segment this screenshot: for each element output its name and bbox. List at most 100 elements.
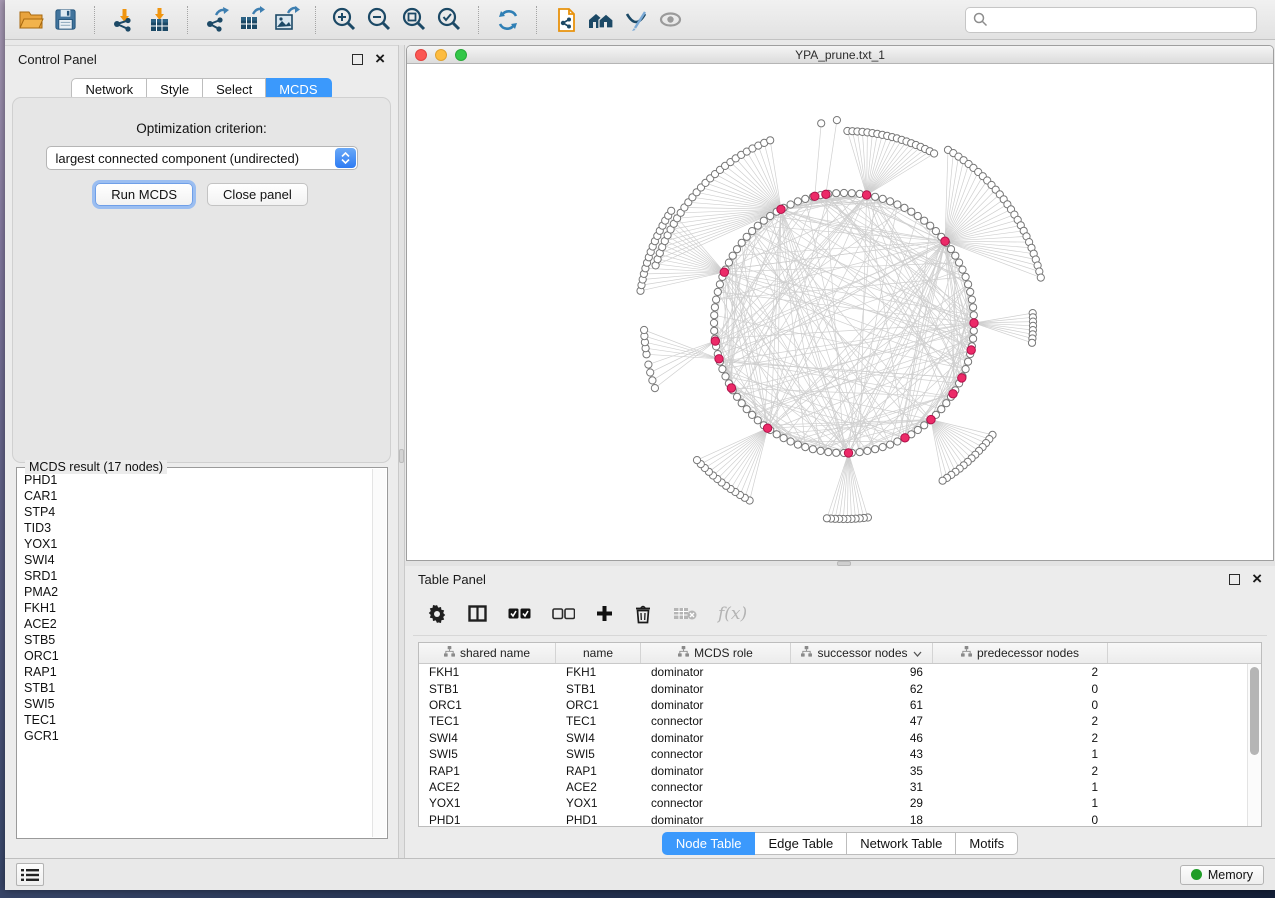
mcds-result-item[interactable]: PMA2 bbox=[18, 584, 372, 600]
network-graph[interactable] bbox=[407, 65, 1274, 561]
network-leaf-node[interactable] bbox=[641, 326, 648, 333]
task-history-button[interactable] bbox=[16, 863, 44, 886]
column-header-successor-nodes[interactable]: successor nodes bbox=[791, 643, 933, 663]
network-node[interactable] bbox=[743, 233, 750, 240]
cell-successor-nodes[interactable]: 18 bbox=[791, 813, 933, 827]
network-node[interactable] bbox=[802, 444, 809, 451]
cell-predecessor-nodes[interactable]: 1 bbox=[933, 747, 1108, 761]
export-table-icon[interactable] bbox=[236, 4, 267, 35]
cell-name[interactable]: FKH1 bbox=[556, 665, 641, 679]
mcds-result-item[interactable]: CAR1 bbox=[18, 488, 372, 504]
network-leaf-node[interactable] bbox=[818, 120, 825, 127]
cell-mcds-role[interactable]: dominator bbox=[641, 665, 791, 679]
cell-successor-nodes[interactable]: 96 bbox=[791, 665, 933, 679]
cell-shared-name[interactable]: PHD1 bbox=[419, 813, 556, 827]
network-node[interactable] bbox=[754, 417, 761, 424]
network-node[interactable] bbox=[711, 312, 718, 319]
mcds-hub-node[interactable] bbox=[811, 192, 819, 200]
network-leaf-node[interactable] bbox=[1028, 339, 1035, 346]
table-scrollbar[interactable] bbox=[1247, 664, 1261, 826]
network-leaf-node[interactable] bbox=[649, 377, 656, 384]
cell-name[interactable]: SWI4 bbox=[556, 731, 641, 745]
cell-predecessor-nodes[interactable]: 2 bbox=[933, 764, 1108, 778]
cell-name[interactable]: STB1 bbox=[556, 682, 641, 696]
network-leaf-node[interactable] bbox=[693, 457, 700, 464]
mcds-result-item[interactable]: TEC1 bbox=[18, 712, 372, 728]
network-node[interactable] bbox=[901, 204, 908, 211]
mcds-result-item[interactable]: SWI4 bbox=[18, 552, 372, 568]
cell-shared-name[interactable]: RAP1 bbox=[419, 764, 556, 778]
network-node[interactable] bbox=[817, 447, 824, 454]
network-window-titlebar[interactable]: YPA_prune.txt_1 bbox=[407, 46, 1273, 64]
network-node[interactable] bbox=[914, 426, 921, 433]
cell-predecessor-nodes[interactable]: 0 bbox=[933, 682, 1108, 696]
network-node[interactable] bbox=[767, 212, 774, 219]
network-node[interactable] bbox=[872, 446, 879, 453]
mcds-hub-node[interactable] bbox=[949, 390, 957, 398]
mcds-hub-node[interactable] bbox=[958, 374, 966, 382]
network-node[interactable] bbox=[749, 411, 756, 418]
cell-shared-name[interactable]: ACE2 bbox=[419, 780, 556, 794]
close-panel-button[interactable]: Close panel bbox=[207, 183, 308, 206]
mcds-result-item[interactable]: PHD1 bbox=[18, 472, 372, 488]
network-node[interactable] bbox=[809, 446, 816, 453]
network-leaf-node[interactable] bbox=[767, 137, 774, 144]
network-node[interactable] bbox=[938, 406, 945, 413]
network-node[interactable] bbox=[848, 190, 855, 197]
network-node[interactable] bbox=[713, 296, 720, 303]
network-node[interactable] bbox=[970, 335, 977, 342]
network-leaf-node[interactable] bbox=[651, 385, 658, 392]
close-panel-icon[interactable]: × bbox=[375, 53, 385, 65]
style-visibility-icon[interactable] bbox=[620, 4, 651, 35]
table-row[interactable]: SWI4SWI4dominator462 bbox=[419, 730, 1261, 746]
network-node[interactable] bbox=[840, 189, 847, 196]
cell-predecessor-nodes[interactable]: 1 bbox=[933, 780, 1108, 794]
network-node[interactable] bbox=[908, 208, 915, 215]
cell-name[interactable]: SWI5 bbox=[556, 747, 641, 761]
mcds-result-item[interactable]: ORC1 bbox=[18, 648, 372, 664]
function-builder-icon[interactable]: f(x) bbox=[718, 604, 747, 624]
run-mcds-button[interactable]: Run MCDS bbox=[95, 183, 193, 206]
network-node[interactable] bbox=[872, 193, 879, 200]
network-node[interactable] bbox=[887, 198, 894, 205]
network-node[interactable] bbox=[943, 400, 950, 407]
network-leaf-node[interactable] bbox=[931, 150, 938, 157]
network-node[interactable] bbox=[959, 266, 966, 273]
destroy-table-icon[interactable] bbox=[673, 606, 697, 621]
network-node[interactable] bbox=[710, 319, 717, 326]
network-node[interactable] bbox=[787, 201, 794, 208]
node-table[interactable]: shared namenameMCDS rolesuccessor nodesp… bbox=[418, 642, 1262, 827]
home-icon[interactable] bbox=[585, 4, 616, 35]
network-node[interactable] bbox=[894, 201, 901, 208]
network-node[interactable] bbox=[970, 327, 977, 334]
new-network-from-selection-icon[interactable] bbox=[550, 4, 581, 35]
cell-name[interactable]: ACE2 bbox=[556, 780, 641, 794]
network-leaf-node[interactable] bbox=[833, 117, 840, 124]
table-row[interactable]: ACE2ACE2connector311 bbox=[419, 779, 1261, 795]
cell-successor-nodes[interactable]: 43 bbox=[791, 747, 933, 761]
cell-mcds-role[interactable]: connector bbox=[641, 780, 791, 794]
cell-mcds-role[interactable]: connector bbox=[641, 747, 791, 761]
network-leaf-node[interactable] bbox=[1037, 274, 1044, 281]
network-node[interactable] bbox=[794, 441, 801, 448]
network-node[interactable] bbox=[760, 217, 767, 224]
cell-mcds-role[interactable]: connector bbox=[641, 714, 791, 728]
table-row[interactable]: TEC1TEC1connector472 bbox=[419, 713, 1261, 729]
mcds-hub-node[interactable] bbox=[763, 424, 771, 432]
cell-predecessor-nodes[interactable]: 0 bbox=[933, 698, 1108, 712]
mcds-hub-node[interactable] bbox=[727, 384, 735, 392]
network-node[interactable] bbox=[749, 228, 756, 235]
network-node[interactable] bbox=[780, 435, 787, 442]
network-node[interactable] bbox=[967, 288, 974, 295]
network-node[interactable] bbox=[864, 447, 871, 454]
network-node[interactable] bbox=[833, 449, 840, 456]
column-header-name[interactable]: name bbox=[556, 643, 641, 663]
table-row[interactable]: ORC1ORC1dominator610 bbox=[419, 697, 1261, 713]
mcds-result-item[interactable]: TID3 bbox=[18, 520, 372, 536]
memory-button[interactable]: Memory bbox=[1180, 865, 1264, 885]
mcds-hub-node[interactable] bbox=[927, 415, 935, 423]
maximize-window-icon[interactable] bbox=[455, 49, 467, 61]
zoom-fit-icon[interactable] bbox=[399, 4, 430, 35]
cell-mcds-role[interactable]: dominator bbox=[641, 682, 791, 696]
network-node[interactable] bbox=[787, 438, 794, 445]
